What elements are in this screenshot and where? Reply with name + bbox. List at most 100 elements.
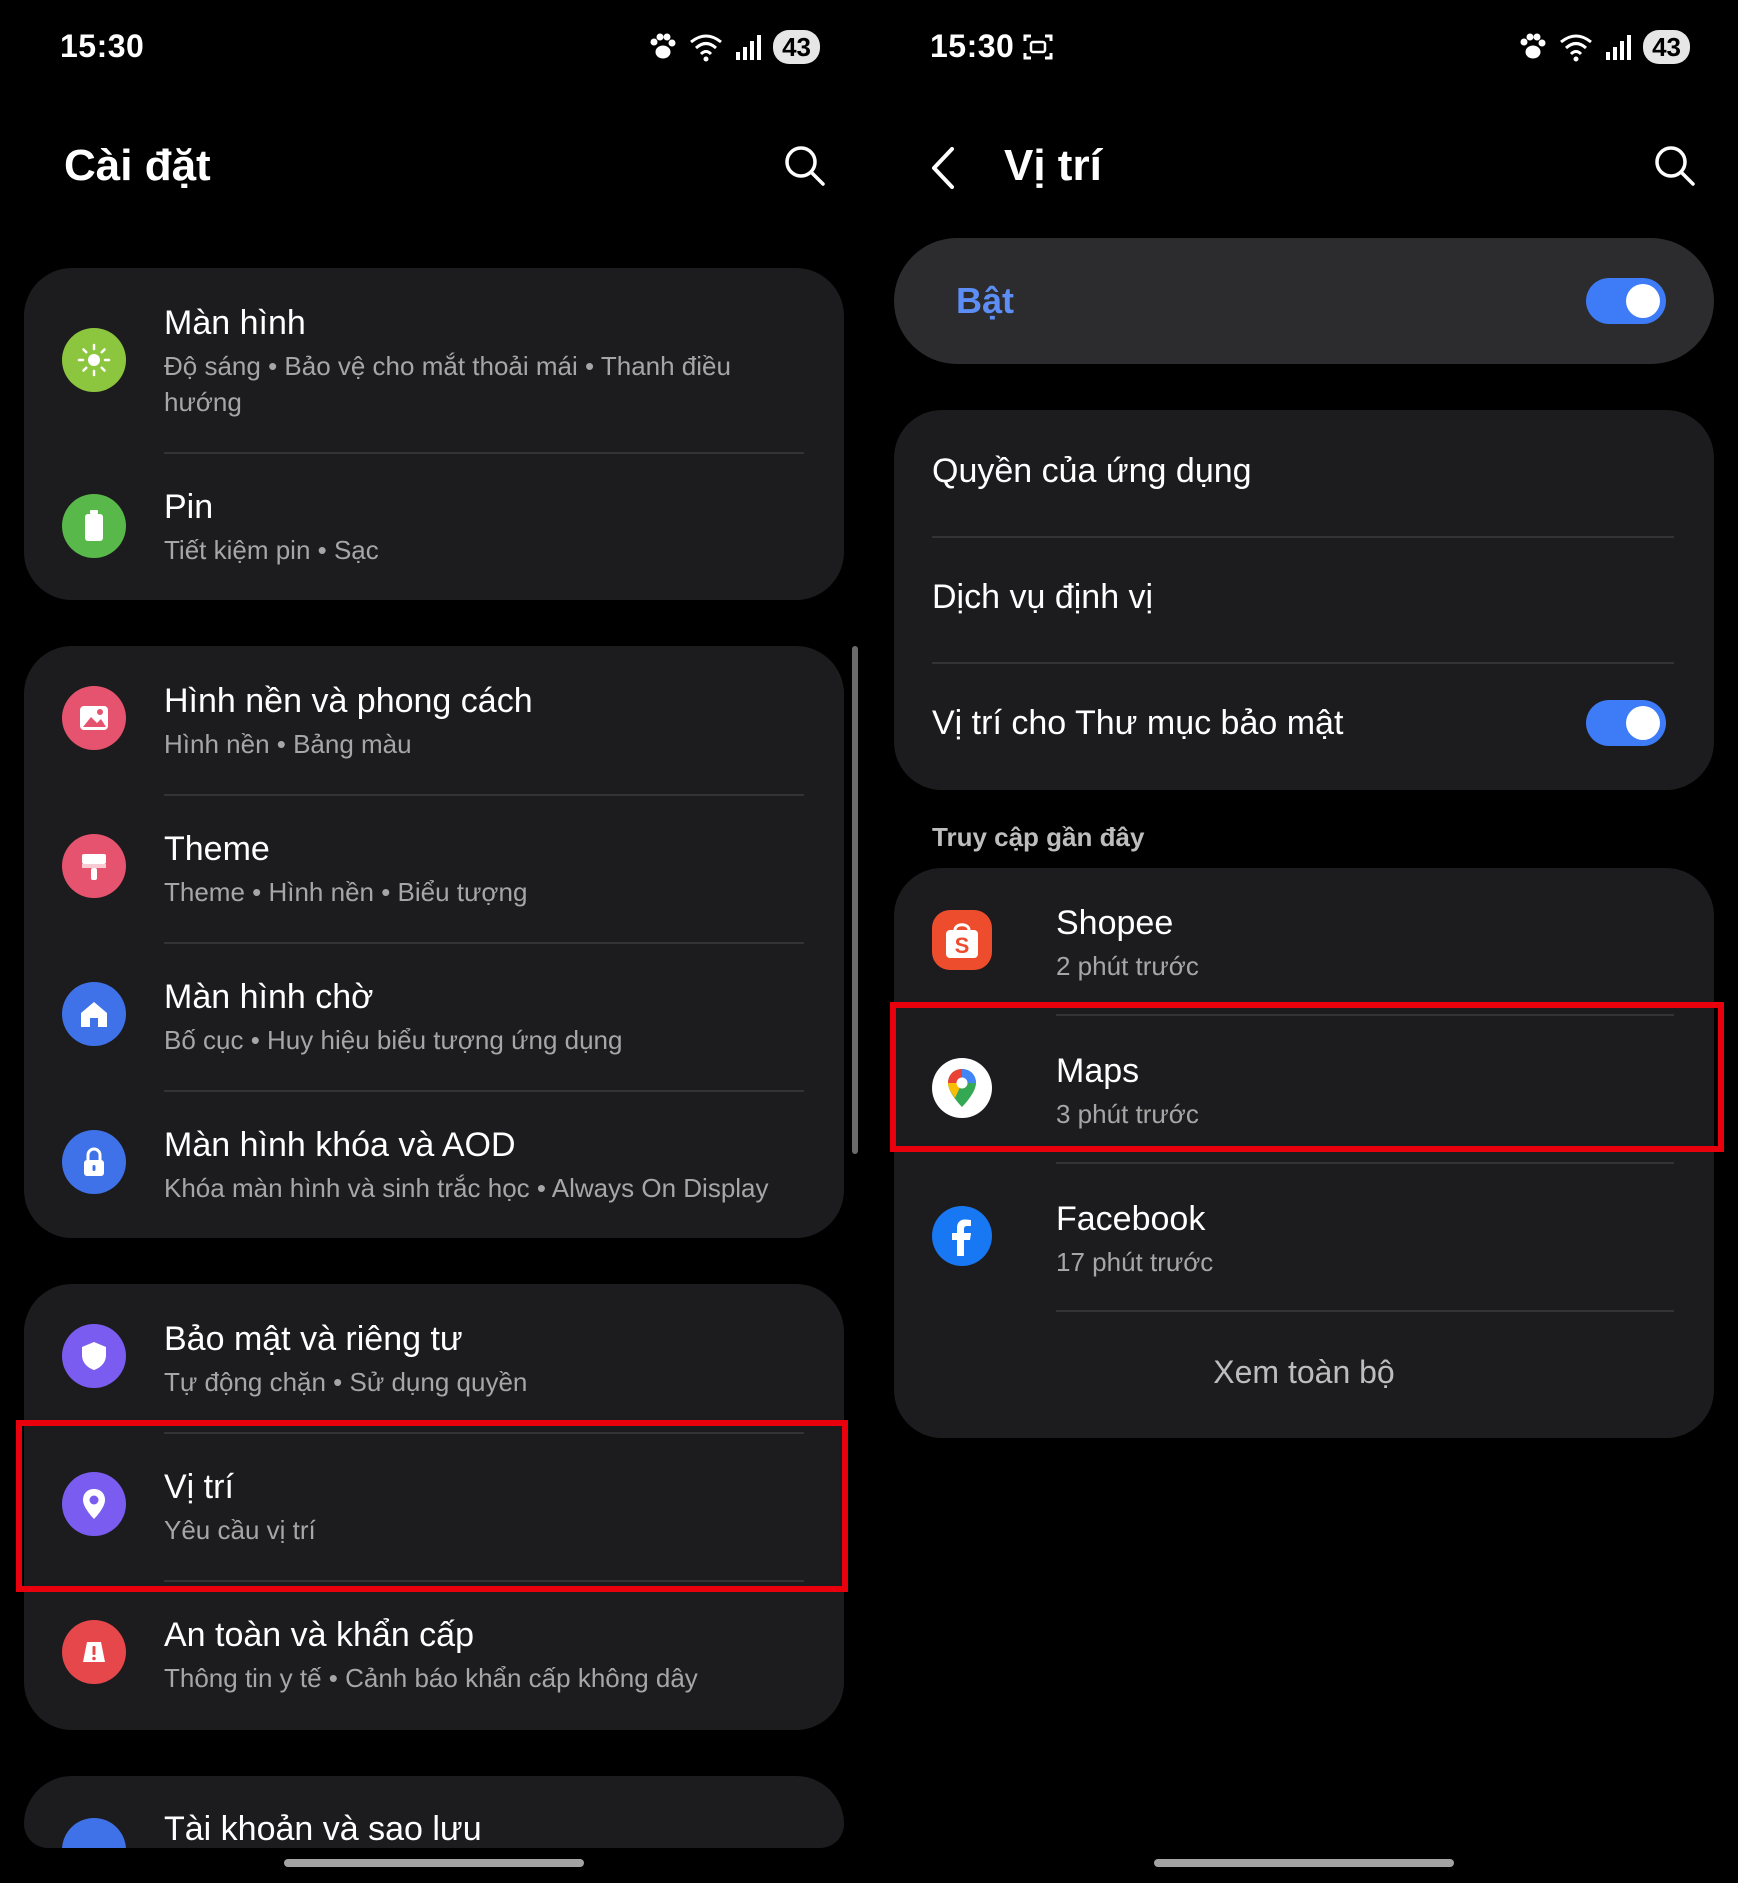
item-title: Bảo mật và riêng tư (164, 1320, 463, 1358)
settings-item-display[interactable]: Màn hình Độ sáng • Bảo vệ cho mắt thoải … (24, 268, 844, 452)
settings-group-security: Bảo mật và riêng tư Tự động chặn • Sử dụ… (24, 1284, 844, 1730)
app-last-access: 17 phút trước (1056, 1247, 1214, 1277)
toggle-knob (1626, 284, 1660, 318)
signal-icon (736, 35, 762, 60)
location-options-group: Quyền của ứng dụng Dịch vụ định vị Vị tr… (894, 410, 1714, 790)
item-title: An toàn và khẩn cấp (164, 1616, 475, 1654)
shield-icon (62, 1324, 126, 1388)
item-subtitle: Tự động chặn • Sử dụng quyền (164, 1367, 528, 1397)
option-secure-folder-location[interactable]: Vị trí cho Thư mục bảo mật (894, 664, 1714, 790)
home-indicator[interactable] (284, 1859, 584, 1867)
back-arrow-icon[interactable] (928, 145, 958, 191)
settings-item-wallpaper[interactable]: Hình nền và phong cách Hình nền • Bảng m… (24, 646, 844, 794)
app-last-access: 3 phút trước (1056, 1099, 1199, 1129)
wifi-icon (690, 34, 723, 62)
item-subtitle: Bố cục • Huy hiệu biểu tượng ứng dụng (164, 1025, 623, 1055)
item-subtitle: Độ sáng • Bảo vệ cho mắt thoải mái • Tha… (164, 351, 731, 417)
item-subtitle: Tiết kiệm pin • Sạc (164, 535, 379, 565)
location-header: Vị trí (870, 125, 1738, 205)
status-icons: 43 (1517, 30, 1690, 64)
item-subtitle: Yêu cầu vị trí (164, 1515, 316, 1545)
battery-indicator: 43 (773, 30, 820, 64)
settings-item-location[interactable]: Vị trí Yêu cầu vị trí (24, 1434, 844, 1580)
status-icons: 43 (647, 30, 820, 64)
sync-icon (62, 1818, 126, 1848)
view-all-label: Xem toàn bộ (1213, 1354, 1395, 1390)
location-screen: 15:30 43 Vị trí Bật Quyền của ứng dụng D… (870, 0, 1738, 1883)
item-title: Tài khoản và sao lưu (164, 1810, 482, 1848)
item-title: Pin (164, 488, 214, 526)
item-title: Màn hình (164, 304, 306, 342)
recent-access-label: Truy cập gần đây (932, 822, 1145, 852)
page-title: Vị trí (1004, 141, 1102, 190)
wallpaper-icon (62, 686, 126, 750)
location-pin-icon (62, 1472, 126, 1536)
recent-app-maps[interactable]: Maps 3 phút trước (894, 1016, 1714, 1162)
item-subtitle: Khóa màn hình và sinh trắc học • Always … (164, 1173, 769, 1203)
paw-icon (1520, 33, 1546, 59)
home-icon (62, 982, 126, 1046)
settings-item-lock-screen[interactable]: Màn hình khóa và AOD Khóa màn hình và si… (24, 1092, 844, 1238)
svg-text:S: S (955, 933, 970, 958)
settings-header: Cài đặt (0, 125, 868, 205)
search-icon[interactable] (782, 143, 826, 187)
settings-item-battery[interactable]: Pin Tiết kiệm pin • Sạc (24, 454, 844, 600)
app-name: Shopee (1056, 904, 1174, 942)
signal-icon (1606, 35, 1632, 60)
settings-item-home-screen[interactable]: Màn hình chờ Bố cục • Huy hiệu biểu tượn… (24, 944, 844, 1090)
paw-icon (650, 33, 676, 59)
location-master-switch[interactable]: Bật (894, 238, 1714, 364)
settings-group-display: Màn hình Độ sáng • Bảo vệ cho mắt thoải … (24, 268, 844, 600)
settings-item-accounts[interactable]: Tài khoản và sao lưu (24, 1776, 844, 1848)
item-subtitle: Theme • Hình nền • Biểu tượng (164, 877, 528, 907)
maps-pin-icon (932, 1058, 992, 1118)
battery-icon (62, 494, 126, 558)
app-name: Maps (1056, 1052, 1140, 1090)
recent-app-shopee[interactable]: S Shopee 2 phút trước (894, 868, 1714, 1014)
paint-brush-icon (62, 834, 126, 898)
status-bar: 15:30 43 (870, 28, 1738, 68)
toggle-knob (1626, 706, 1660, 740)
item-title: Màn hình khóa và AOD (164, 1126, 516, 1164)
emergency-icon (62, 1620, 126, 1684)
option-label: Dịch vụ định vị (932, 578, 1154, 616)
lock-icon (62, 1130, 126, 1194)
item-subtitle: Thông tin y tế • Cảnh báo khẩn cấp không… (164, 1663, 698, 1693)
shopee-bag-icon: S (932, 910, 992, 970)
item-title: Hình nền và phong cách (164, 682, 533, 720)
battery-indicator: 43 (1643, 30, 1690, 64)
option-label: Vị trí cho Thư mục bảo mật (932, 704, 1344, 742)
facebook-icon (932, 1206, 992, 1266)
settings-group-personalization: Hình nền và phong cách Hình nền • Bảng m… (24, 646, 844, 1238)
option-location-services[interactable]: Dịch vụ định vị (894, 538, 1714, 662)
settings-group-accounts: Tài khoản và sao lưu (24, 1776, 844, 1848)
master-toggle-switch[interactable] (1586, 278, 1666, 324)
wifi-icon (1560, 34, 1593, 62)
screenshot-icon (1023, 34, 1053, 60)
item-title: Màn hình chờ (164, 978, 374, 1016)
secure-folder-toggle[interactable] (1586, 700, 1666, 746)
app-name: Facebook (1056, 1200, 1206, 1238)
page-title: Cài đặt (64, 141, 211, 190)
status-bar: 15:30 43 (0, 28, 868, 68)
settings-item-theme[interactable]: Theme Theme • Hình nền • Biểu tượng (24, 796, 844, 942)
item-title: Theme (164, 830, 270, 868)
scrollbar[interactable] (852, 646, 858, 1154)
settings-item-security[interactable]: Bảo mật và riêng tư Tự động chặn • Sử dụ… (24, 1284, 844, 1432)
status-time: 15:30 (930, 28, 1015, 64)
item-title: Vị trí (164, 1468, 234, 1506)
option-app-permissions[interactable]: Quyền của ứng dụng (894, 410, 1714, 536)
settings-item-safety[interactable]: An toàn và khẩn cấp Thông tin y tế • Cản… (24, 1582, 844, 1730)
search-icon[interactable] (1652, 143, 1696, 187)
home-indicator[interactable] (1154, 1859, 1454, 1867)
brightness-icon (62, 328, 126, 392)
recent-app-facebook[interactable]: Facebook 17 phút trước (894, 1164, 1714, 1310)
view-all-button[interactable]: Xem toàn bộ (894, 1312, 1714, 1438)
option-label: Quyền của ứng dụng (932, 452, 1252, 490)
app-last-access: 2 phút trước (1056, 951, 1199, 981)
item-subtitle: Hình nền • Bảng màu (164, 729, 412, 759)
master-switch-label: Bật (956, 280, 1015, 321)
settings-screen: 15:30 43 Cài đặt Màn hình Độ sáng • Bảo … (0, 0, 868, 1883)
status-time: 15:30 (60, 28, 145, 64)
recent-access-group: S Shopee 2 phút trước Maps 3 phút trước … (894, 868, 1714, 1438)
